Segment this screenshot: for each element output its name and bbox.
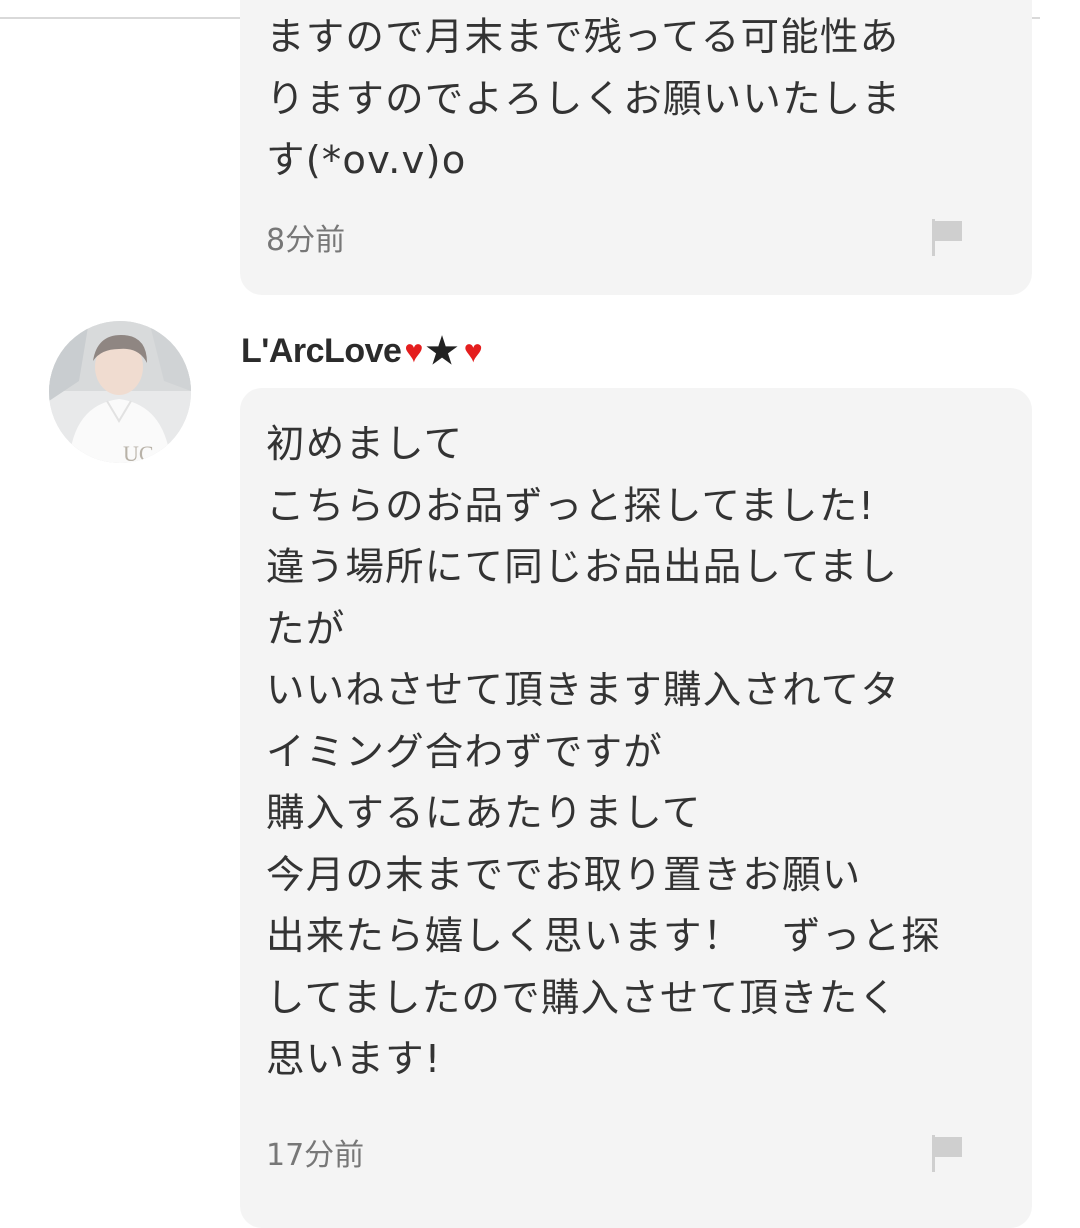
comment-timestamp: 17分前 <box>266 1138 365 1173</box>
heart-icon: ♥ <box>404 333 423 369</box>
flag-icon[interactable] <box>930 1133 964 1173</box>
svg-text:UC: UC <box>123 441 154 463</box>
flag-icon[interactable] <box>930 217 964 257</box>
avatar-image: UC <box>49 321 191 463</box>
comment-text: ますので月末まで残ってる可能性あ りますのでよろしくお願いいたしま す(*ov.… <box>266 15 902 183</box>
avatar[interactable]: UC <box>49 321 191 463</box>
star-icon: ★ <box>425 330 458 371</box>
comment-text: 初めまして こちらのお品ずっと探してました! 違う場所にて同じお品出品してまし … <box>266 422 941 1082</box>
comment-bubble: ますので月末まで残ってる可能性あ りますのでよろしくお願いいたしま す(*ov.… <box>240 0 1032 295</box>
comment-timestamp: 8分前 <box>266 223 346 258</box>
heart-icon: ♥ <box>463 333 483 369</box>
username-text: L'ArcLove <box>241 332 402 370</box>
comment-username[interactable]: L'ArcLove ♥ ★ ♥ <box>241 329 483 373</box>
comment-bubble: 初めまして こちらのお品ずっと探してました! 違う場所にて同じお品出品してまし … <box>240 388 1032 1228</box>
